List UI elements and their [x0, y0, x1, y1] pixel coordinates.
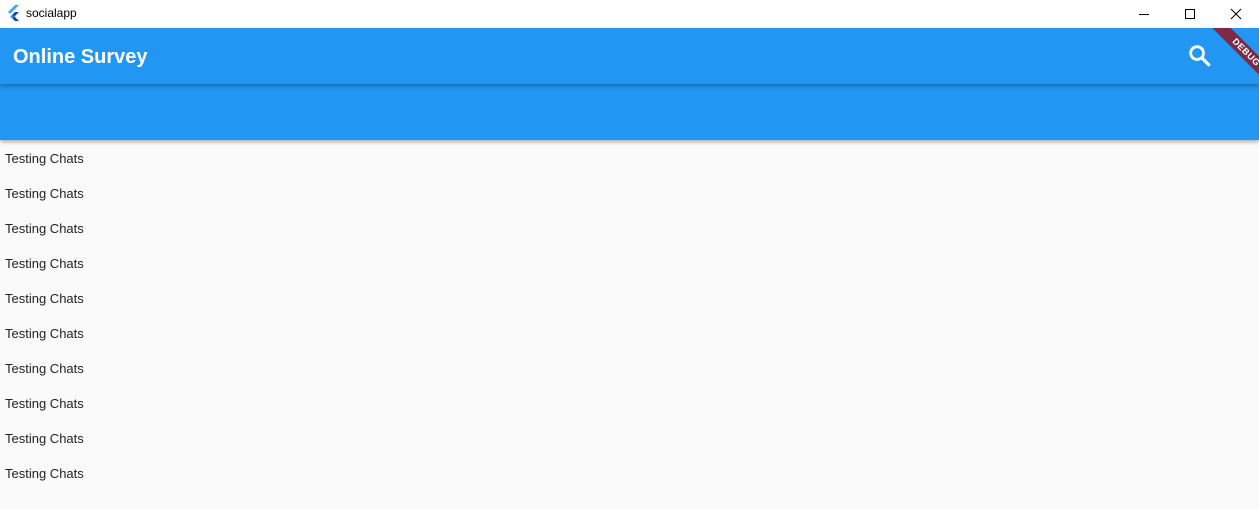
list-item-label: Testing Chats — [5, 186, 84, 201]
list-item-label: Testing Chats — [5, 256, 84, 271]
search-icon — [1189, 45, 1211, 67]
list-item[interactable]: Testing Chats — [0, 210, 1259, 245]
list-item[interactable]: Testing Chats — [0, 385, 1259, 420]
list-item[interactable]: Testing Chats — [0, 175, 1259, 210]
list-item-label: Testing Chats — [5, 291, 84, 306]
minimize-icon — [1139, 14, 1149, 15]
list-item[interactable]: Testing Chats — [0, 350, 1259, 385]
page-title: Online Survey — [13, 46, 148, 68]
search-button[interactable] — [1186, 42, 1214, 70]
window-titlebar: socialapp — [0, 0, 1259, 28]
list-item-label: Testing Chats — [5, 431, 84, 446]
list-item[interactable]: Testing Chats — [0, 455, 1259, 490]
list-item-label: Testing Chats — [5, 361, 84, 376]
list-item[interactable]: Testing Chats — [0, 245, 1259, 280]
maximize-button[interactable] — [1167, 0, 1213, 28]
tab-bar — [0, 84, 1259, 140]
list-item[interactable]: Testing Chats — [0, 420, 1259, 455]
maximize-icon — [1185, 9, 1195, 19]
list-item-label: Testing Chats — [5, 466, 84, 481]
list-item-label: Testing Chats — [5, 151, 84, 166]
list-item-label: Testing Chats — [5, 326, 84, 341]
chat-list: Testing Chats Testing Chats Testing Chat… — [0, 140, 1259, 490]
list-item[interactable]: Testing Chats — [0, 280, 1259, 315]
close-icon — [1230, 8, 1242, 20]
list-item[interactable]: Testing Chats — [0, 315, 1259, 350]
flutter-logo-icon — [8, 5, 19, 21]
window-title: socialapp — [26, 6, 77, 20]
close-button[interactable] — [1213, 0, 1259, 28]
list-item[interactable]: Testing Chats — [0, 140, 1259, 175]
list-item-label: Testing Chats — [5, 221, 84, 236]
list-item-label: Testing Chats — [5, 396, 84, 411]
minimize-button[interactable] — [1121, 0, 1167, 28]
app-bar: Online Survey — [0, 28, 1259, 84]
